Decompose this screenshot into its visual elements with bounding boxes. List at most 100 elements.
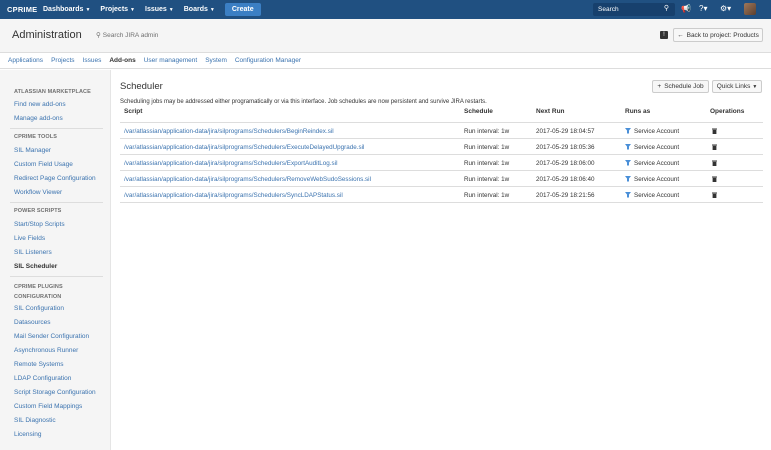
- help-icon[interactable]: ?▾: [699, 4, 707, 13]
- trash-icon: [712, 144, 717, 150]
- nav-projects[interactable]: Projects ▼: [100, 6, 135, 13]
- service-account-icon: [625, 192, 631, 198]
- admin-tabs: Applications Projects Issues Add-ons Use…: [0, 53, 771, 69]
- chevron-down-icon: ▼: [168, 6, 174, 13]
- cprime-logo[interactable]: CPRIME: [7, 4, 37, 16]
- service-account-icon: [625, 160, 631, 166]
- create-button[interactable]: Create: [224, 3, 261, 16]
- sidebar-heading: POWER SCRIPTS: [14, 208, 62, 214]
- runs-as-value: Service Account: [625, 176, 679, 183]
- chevron-down-icon: ▼: [209, 6, 215, 13]
- page-description: Scheduling jobs may be addressed either …: [120, 99, 487, 105]
- schedule-value: Run interval: 1w: [464, 160, 510, 167]
- sidebar-item-sil-configuration[interactable]: SIL Configuration: [14, 305, 64, 312]
- admin-search-input[interactable]: ⚲ Search JIRA admin: [96, 31, 158, 39]
- delete-button[interactable]: [712, 128, 717, 136]
- table-row: /var/atlassian/application-data/jira/sil…: [120, 154, 763, 170]
- service-account-icon: [625, 176, 631, 182]
- delete-button[interactable]: [712, 144, 717, 152]
- sidebar-item-remote-systems[interactable]: Remote Systems: [14, 361, 64, 368]
- notifications-icon[interactable]: 📢: [681, 4, 691, 13]
- tab-applications[interactable]: Applications: [8, 57, 43, 64]
- chevron-down-icon: ▼: [85, 6, 91, 13]
- runs-as-value: Service Account: [625, 160, 679, 167]
- tab-configuration-manager[interactable]: Configuration Manager: [235, 57, 301, 64]
- sidebar-item-live-fields[interactable]: Live Fields: [14, 235, 45, 242]
- trash-icon: [712, 160, 717, 166]
- tab-projects[interactable]: Projects: [51, 57, 74, 64]
- schedule-value: Run interval: 1w: [464, 192, 510, 199]
- feedback-icon[interactable]: !: [660, 31, 668, 39]
- delete-button[interactable]: [712, 160, 717, 168]
- sidebar-item-ldap-configuration[interactable]: LDAP Configuration: [14, 375, 71, 382]
- top-nav-bar: CPRIME Dashboards ▼ Projects ▼ Issues ▼ Boa…: [0, 0, 771, 19]
- sidebar-item-sil-listeners[interactable]: SIL Listeners: [14, 249, 52, 256]
- tab-add-ons[interactable]: Add-ons: [109, 57, 135, 64]
- column-header-runs-as: Runs as: [625, 108, 651, 115]
- sidebar-heading: ATLASSIAN MARKETPLACE: [14, 89, 91, 95]
- sidebar-item-redirect-page-configuration[interactable]: Redirect Page Configuration: [14, 175, 96, 182]
- page-title: Administration: [12, 29, 82, 41]
- column-header-next-run: Next Run: [536, 108, 565, 115]
- tab-system[interactable]: System: [205, 57, 227, 64]
- sidebar-item-sil-diagnostic[interactable]: SIL Diagnostic: [14, 417, 56, 424]
- sidebar-item-custom-field-usage[interactable]: Custom Field Usage: [14, 161, 73, 168]
- tab-issues[interactable]: Issues: [83, 57, 102, 64]
- sidebar-item-licensing[interactable]: Licensing: [14, 431, 41, 438]
- plus-icon: +: [657, 83, 662, 90]
- sidebar-item-manage-add-ons[interactable]: Manage add-ons: [14, 115, 63, 122]
- sidebar-item-sil-scheduler[interactable]: SIL Scheduler: [14, 263, 57, 270]
- sidebar-item-find-new-add-ons[interactable]: Find new add-ons: [14, 101, 66, 108]
- script-link[interactable]: /var/atlassian/application-data/jira/sil…: [124, 128, 334, 135]
- search-icon: ⚲: [96, 32, 101, 39]
- nav-boards[interactable]: Boards ▼: [184, 6, 215, 13]
- chevron-down-icon: ▼: [130, 6, 135, 13]
- script-link[interactable]: /var/atlassian/application-data/jira/sil…: [124, 176, 371, 183]
- service-account-icon: [625, 128, 631, 134]
- sidebar-item-script-storage-configuration[interactable]: Script Storage Configuration: [14, 389, 96, 396]
- arrow-left-icon: ←: [677, 31, 684, 39]
- divider: [10, 202, 103, 203]
- gear-icon[interactable]: ⚙▾: [720, 4, 731, 13]
- back-to-project-button[interactable]: ← Back to project: Products: [673, 28, 763, 42]
- table-row: /var/atlassian/application-data/jira/sil…: [120, 186, 763, 202]
- service-account-icon: [625, 144, 631, 150]
- column-header-operations: Operations: [710, 108, 745, 115]
- sidebar: ATLASSIAN MARKETPLACE Find new add-ons M…: [0, 70, 111, 450]
- script-link[interactable]: /var/atlassian/application-data/jira/sil…: [124, 144, 364, 151]
- nav-dashboards[interactable]: Dashboards ▼: [43, 6, 90, 13]
- next-run-value: 2017-05-29 18:21:56: [536, 192, 595, 199]
- script-link[interactable]: /var/atlassian/application-data/jira/sil…: [124, 192, 343, 199]
- column-header-script: Script: [124, 108, 143, 115]
- admin-header: Administration ⚲ Search JIRA admin ! ← Bac…: [0, 19, 771, 53]
- divider: [10, 128, 103, 129]
- sidebar-item-start-stop-scripts[interactable]: Start/Stop Scripts: [14, 221, 65, 228]
- search-icon: ⚲: [663, 5, 669, 12]
- trash-icon: [712, 176, 717, 182]
- global-search-input[interactable]: Search ⚲: [593, 3, 675, 16]
- sidebar-item-asynchronous-runner[interactable]: Asynchronous Runner: [14, 347, 78, 354]
- sidebar-item-mail-sender-configuration[interactable]: Mail Sender Configuration: [14, 333, 89, 340]
- sidebar-item-sil-manager[interactable]: SIL Manager: [14, 147, 51, 154]
- schedule-value: Run interval: 1w: [464, 176, 510, 183]
- nav-menu: Dashboards ▼ Projects ▼ Issues ▼ Boards ▼ Cr…: [43, 3, 261, 16]
- next-run-value: 2017-05-29 18:05:36: [536, 144, 595, 151]
- runs-as-value: Service Account: [625, 128, 679, 135]
- runs-as-value: Service Account: [625, 144, 679, 151]
- trash-icon: [712, 192, 717, 198]
- next-run-value: 2017-05-29 18:06:40: [536, 176, 595, 183]
- delete-button[interactable]: [712, 192, 717, 200]
- avatar[interactable]: [744, 3, 756, 15]
- table-row: /var/atlassian/application-data/jira/sil…: [120, 138, 763, 154]
- sidebar-heading: CPRIME TOOLS: [14, 134, 57, 140]
- nav-issues[interactable]: Issues ▼: [145, 6, 174, 13]
- sidebar-item-custom-field-mappings[interactable]: Custom Field Mappings: [14, 403, 82, 410]
- script-link[interactable]: /var/atlassian/application-data/jira/sil…: [124, 160, 338, 167]
- tab-user-management[interactable]: User management: [144, 57, 197, 64]
- delete-button[interactable]: [712, 176, 717, 184]
- schedule-job-button[interactable]: + Schedule Job: [652, 80, 709, 93]
- sidebar-item-workflow-viewer[interactable]: Workflow Viewer: [14, 189, 62, 196]
- sidebar-item-datasources[interactable]: Datasources: [14, 319, 51, 326]
- quick-links-button[interactable]: Quick Links ▼: [712, 80, 762, 93]
- next-run-value: 2017-05-29 18:04:57: [536, 128, 595, 135]
